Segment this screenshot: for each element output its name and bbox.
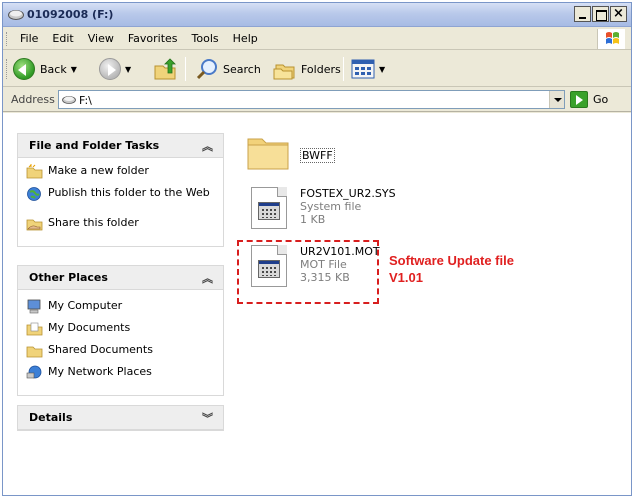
- forward-arrow-icon: [99, 58, 121, 80]
- task-publish-to-web[interactable]: Publish this folder to the Web: [26, 186, 215, 214]
- back-arrow-icon: [13, 58, 35, 80]
- place-my-documents[interactable]: My Documents: [26, 321, 215, 341]
- back-label: Back: [40, 62, 67, 76]
- publish-web-icon: [27, 187, 41, 201]
- collapse-chevron-icon[interactable]: ︽: [202, 138, 213, 154]
- task-label: Share this folder: [48, 216, 139, 229]
- windows-logo-icon: [597, 29, 625, 49]
- details-header[interactable]: Details ︾: [18, 406, 223, 430]
- annotation-line-2: V1.01: [389, 270, 423, 285]
- drive-icon: [62, 96, 76, 104]
- menu-tools[interactable]: Tools: [185, 32, 226, 45]
- panel-title: Other Places: [29, 271, 108, 284]
- panel-title: Details: [29, 411, 73, 424]
- menu-bar: File Edit View Favorites Tools Help: [3, 28, 631, 50]
- task-make-new-folder[interactable]: Make a new folder: [26, 164, 215, 184]
- views-dropdown-icon[interactable]: ▼: [379, 65, 385, 74]
- task-label: Publish this folder to the Web: [48, 186, 210, 199]
- close-button[interactable]: ×: [610, 6, 627, 22]
- window-title: 01092008 (F:): [27, 8, 114, 21]
- share-folder-icon: [26, 219, 43, 231]
- file-name: FOSTEX_UR2.SYS: [300, 187, 396, 200]
- address-bar: Address F:\ Go: [3, 88, 631, 112]
- up-folder-icon: [154, 58, 176, 80]
- place-my-network-places[interactable]: My Network Places: [26, 365, 215, 385]
- folders-icon: [273, 64, 295, 80]
- title-bar[interactable]: 01092008 (F:) ×: [3, 3, 631, 27]
- up-folder-button[interactable]: [153, 57, 177, 81]
- menu-view[interactable]: View: [81, 32, 121, 45]
- address-label: Address: [11, 93, 55, 106]
- panel-title: File and Folder Tasks: [29, 139, 160, 152]
- drive-icon: [8, 10, 24, 20]
- search-button[interactable]: Search: [195, 57, 261, 81]
- file-folder-tasks-panel: File and Folder Tasks ︽ Make a new folde…: [17, 133, 224, 247]
- file-folder-tasks-header[interactable]: File and Folder Tasks ︽: [18, 134, 223, 158]
- folder-icon: [247, 138, 289, 170]
- back-dropdown-icon[interactable]: ▼: [71, 65, 77, 74]
- file-type: System file: [300, 200, 362, 213]
- file-size: 1 KB: [300, 213, 326, 226]
- address-dropdown-icon[interactable]: [549, 91, 564, 108]
- address-input[interactable]: F:\: [58, 90, 565, 109]
- task-label: Make a new folder: [48, 164, 149, 177]
- task-pane: File and Folder Tasks ︽ Make a new folde…: [3, 113, 237, 495]
- place-label: My Documents: [48, 321, 131, 334]
- details-panel: Details ︾: [17, 405, 224, 431]
- forward-button[interactable]: ▼: [99, 57, 131, 81]
- new-folder-icon: [26, 164, 43, 179]
- go-arrow-icon[interactable]: [570, 91, 588, 108]
- network-icon: [26, 365, 42, 379]
- views-icon: [351, 59, 375, 79]
- explorer-window: 01092008 (F:) × File Edit View Favorites…: [2, 2, 632, 496]
- system-file-icon: [251, 187, 287, 229]
- menu-file[interactable]: File: [13, 32, 45, 45]
- search-icon: [196, 59, 217, 80]
- expand-chevron-icon[interactable]: ︾: [202, 410, 213, 426]
- file-list: BWFF FOSTEX_UR2.SYS System file 1 KB UR2…: [241, 113, 631, 495]
- place-label: My Computer: [48, 299, 123, 312]
- shared-folder-icon: [26, 346, 43, 358]
- address-value: F:\: [79, 94, 92, 107]
- window-controls: ×: [573, 6, 627, 22]
- folders-button[interactable]: Folders: [273, 57, 341, 81]
- menu-help[interactable]: Help: [226, 32, 265, 45]
- place-label: My Network Places: [48, 365, 152, 378]
- computer-icon: [27, 299, 41, 314]
- search-label: Search: [223, 62, 261, 76]
- maximize-button[interactable]: [592, 6, 609, 22]
- collapse-chevron-icon[interactable]: ︽: [202, 270, 213, 286]
- back-button[interactable]: Back ▼: [13, 57, 77, 81]
- content-area: File and Folder Tasks ︽ Make a new folde…: [3, 113, 631, 495]
- update-annotation: Software Update file V1.01: [389, 252, 514, 286]
- minimize-button[interactable]: [574, 6, 591, 22]
- menu-favorites[interactable]: Favorites: [121, 32, 185, 45]
- place-shared-documents[interactable]: Shared Documents: [26, 343, 215, 363]
- annotation-line-1: Software Update file: [389, 253, 514, 268]
- menu-edit[interactable]: Edit: [45, 32, 80, 45]
- task-share-folder[interactable]: Share this folder: [26, 216, 215, 236]
- documents-icon: [26, 322, 43, 336]
- update-file-highlight: [237, 240, 379, 304]
- views-button[interactable]: ▼: [351, 57, 385, 81]
- place-my-computer[interactable]: My Computer: [26, 299, 215, 319]
- other-places-panel: Other Places ︽ My Computer My Documents …: [17, 265, 224, 396]
- go-button[interactable]: Go: [593, 93, 608, 106]
- folders-label: Folders: [301, 62, 341, 76]
- file-name: BWFF: [300, 148, 335, 163]
- place-label: Shared Documents: [48, 343, 153, 356]
- toolbar-grip[interactable]: [6, 59, 9, 79]
- menu-grip[interactable]: [6, 32, 9, 46]
- forward-dropdown-icon[interactable]: ▼: [125, 65, 131, 74]
- toolbar: Back ▼ ▼ Search Folders ▼: [3, 51, 631, 87]
- other-places-header[interactable]: Other Places ︽: [18, 266, 223, 290]
